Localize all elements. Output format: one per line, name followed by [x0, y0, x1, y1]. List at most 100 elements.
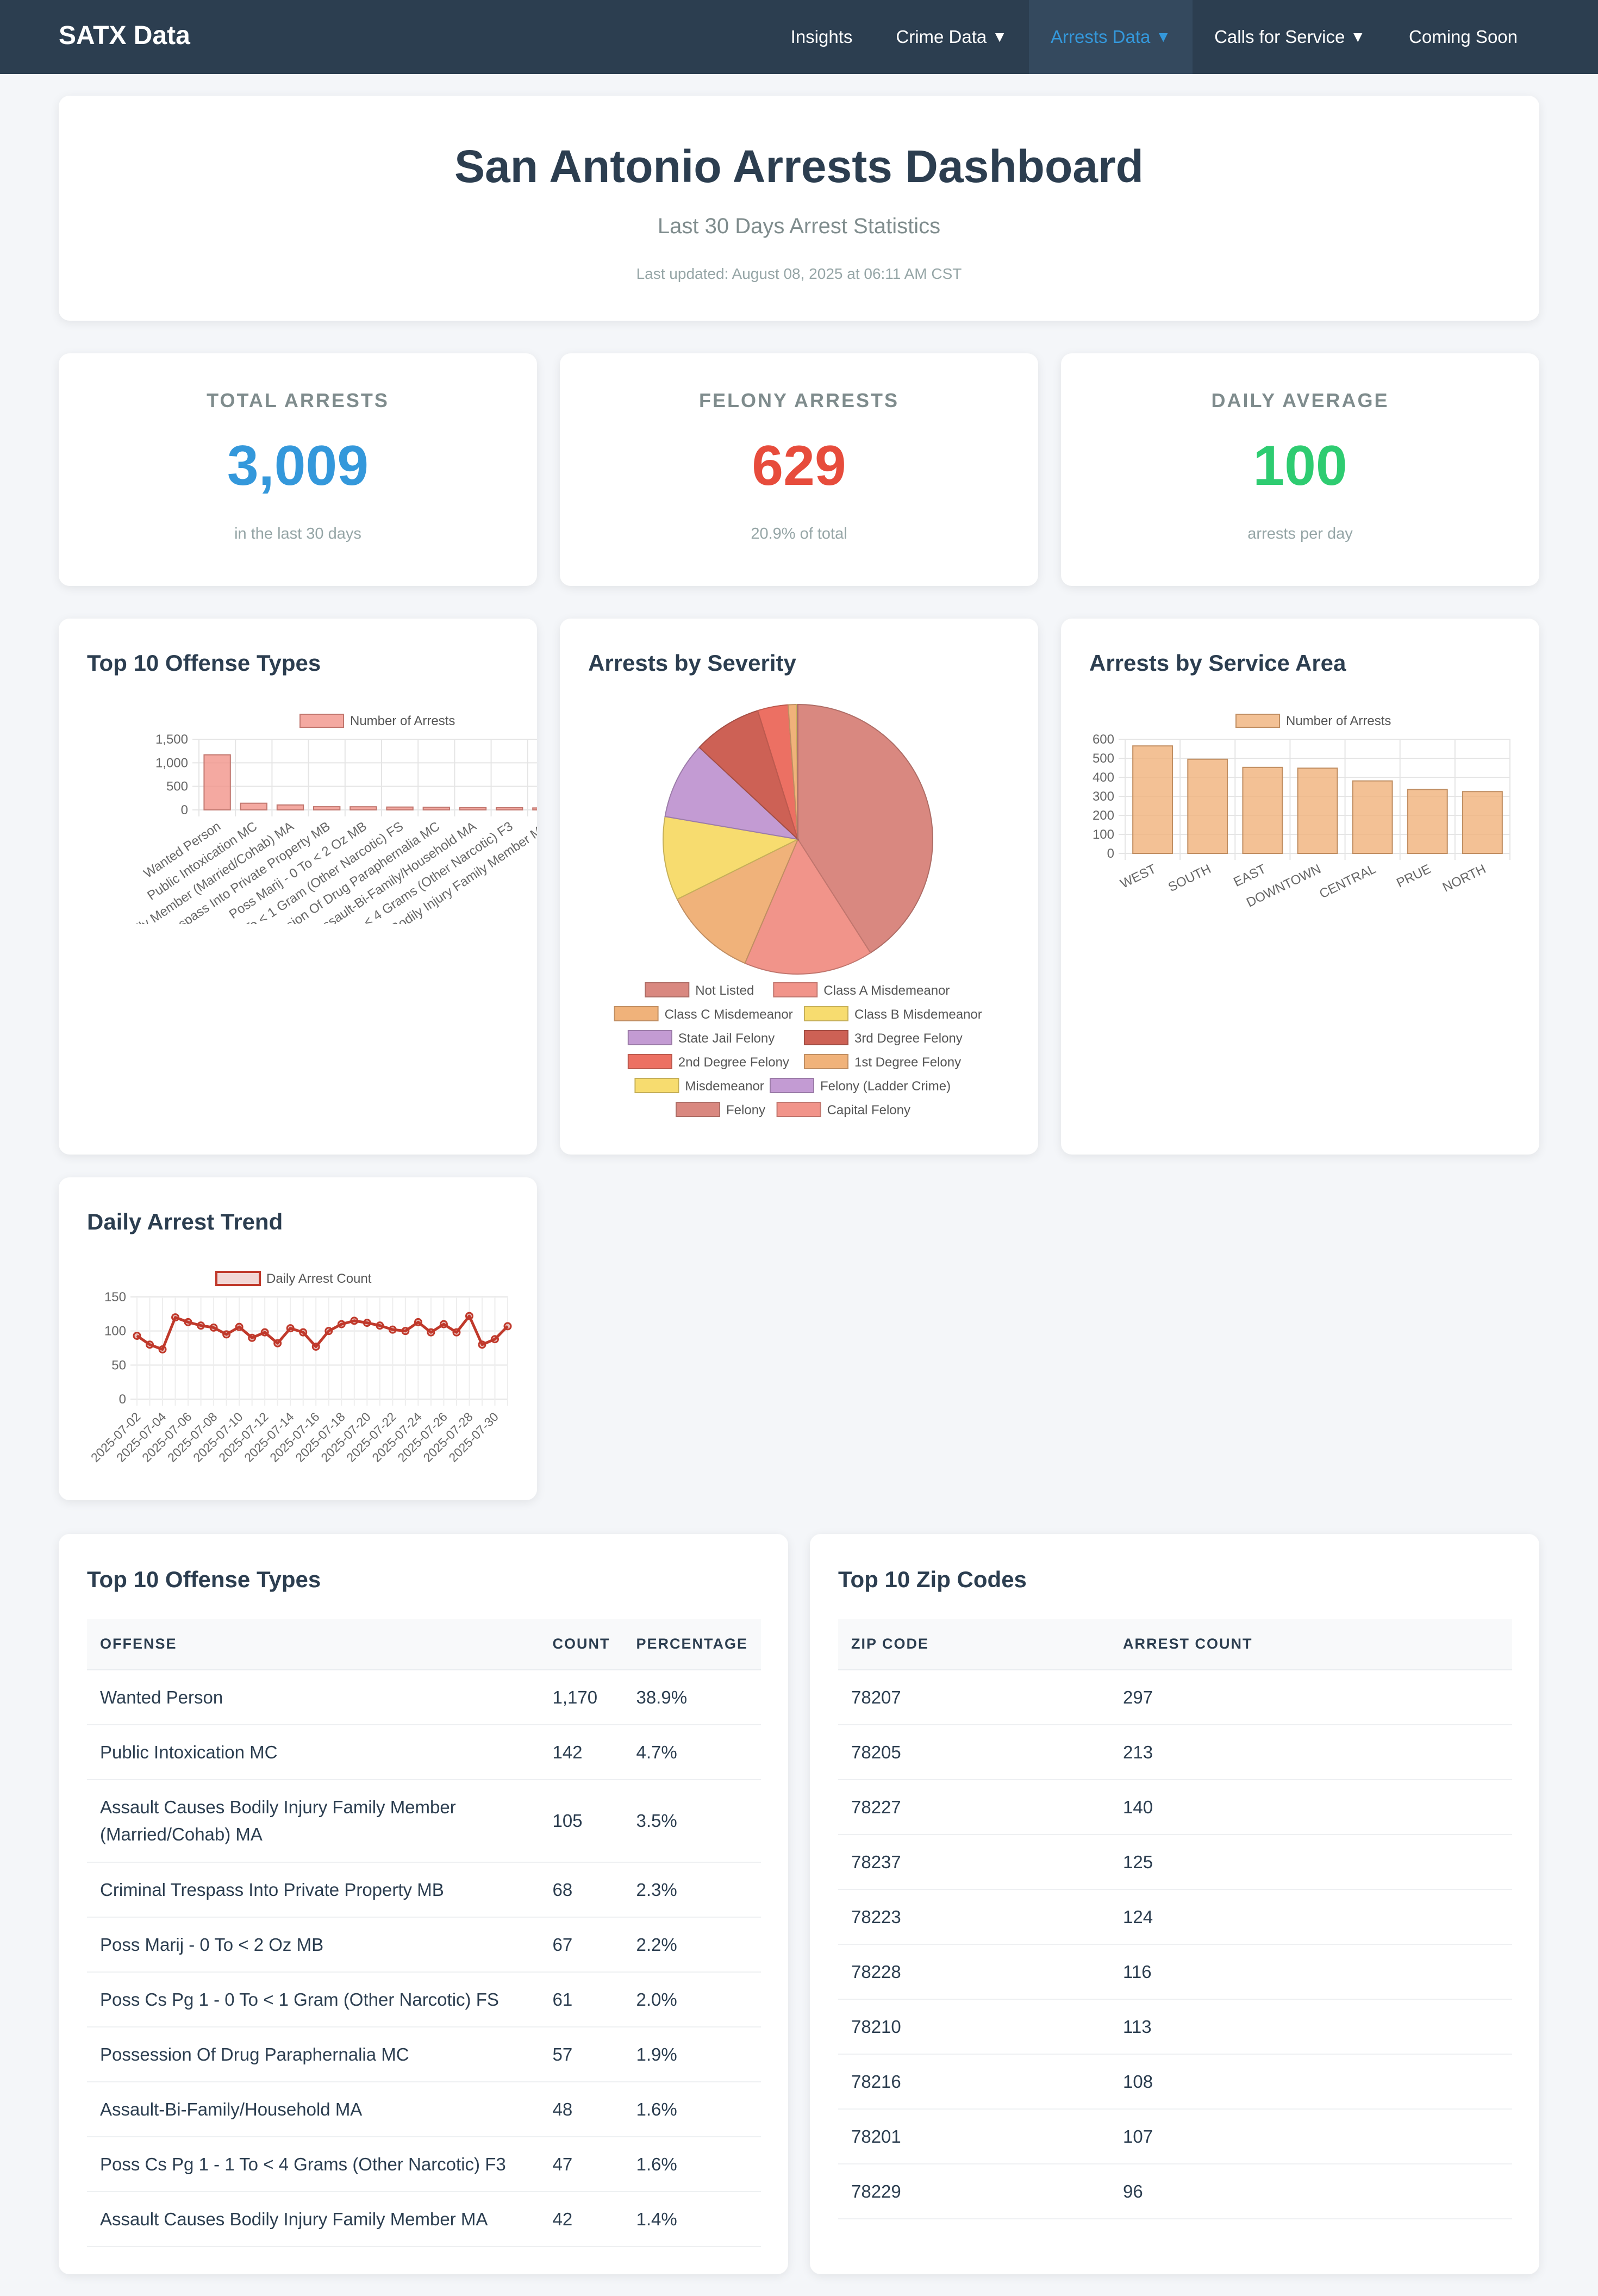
data-point: [452, 1328, 461, 1337]
stat-card-total-arrests: TOTAL ARRESTS 3,009 in the last 30 days: [59, 353, 537, 586]
table-row: Assault Causes Bodily Injury Family Memb…: [87, 2192, 761, 2247]
data-point: [324, 1327, 333, 1336]
data-point: [260, 1328, 269, 1337]
bar: [496, 807, 523, 810]
chart-card-severity: Arrests by Severity Not Listed Class A Mi…: [560, 619, 1038, 1155]
y-tick-label: 400: [1093, 770, 1114, 785]
legend-swatch: [776, 1102, 821, 1117]
offense-cell: Poss Cs Pg 1 - 0 To < 1 Gram (Other Narc…: [87, 1972, 540, 2027]
y-tick-label: 200: [1093, 808, 1114, 823]
offense-cell: Public Intoxication MC: [87, 1725, 540, 1780]
table-row: 78207 297: [838, 1670, 1512, 1725]
bar: [203, 754, 231, 811]
legend-label: 3rd Degree Felony: [854, 1031, 963, 1046]
offense-cell: Criminal Trespass Into Private Property …: [87, 1862, 540, 1918]
arrest-count-cell: 124: [1110, 1889, 1512, 1945]
stat-label: DAILY AVERAGE: [1211, 389, 1389, 411]
y-tick-label: 300: [1093, 789, 1114, 804]
table-row: Possession Of Drug Paraphernalia MC 57 1.9…: [87, 2027, 761, 2082]
count-cell: 42: [539, 2192, 623, 2247]
column-header-offense: OFFENSE: [87, 1619, 540, 1670]
percentage-cell: 4.7%: [623, 1725, 761, 1780]
legend-swatch: [634, 1078, 679, 1093]
legend-swatch: [215, 1271, 261, 1286]
last-updated: Last updated: August 08, 2025 at 06:11 A…: [636, 265, 962, 282]
stat-note: in the last 30 days: [234, 525, 361, 542]
data-point: [439, 1320, 448, 1328]
legend-label: 2nd Degree Felony: [678, 1055, 789, 1070]
brand-logo[interactable]: SATX Data: [59, 21, 190, 51]
offense-cell: Possession Of Drug Paraphernalia MC: [87, 2027, 540, 2082]
table-title: Top 10 Zip Codes: [838, 1567, 1027, 1592]
bar: [422, 807, 450, 810]
legend-label: Felony: [726, 1103, 765, 1118]
data-point: [337, 1320, 346, 1328]
zip-code-cell: 78223: [838, 1889, 1110, 1945]
y-tick-label: 0: [1107, 846, 1114, 861]
stat-card-daily-average: DAILY AVERAGE 100 arrests per day: [1061, 353, 1539, 586]
top-navbar: SATX Data Insights Crime Data ▼ Arrests …: [0, 0, 1598, 74]
percentage-cell: 1.9%: [623, 2027, 761, 2082]
column-header-arrest-count: ARREST COUNT: [1110, 1619, 1512, 1670]
table-row: Public Intoxication MC 142 4.7%: [87, 1725, 761, 1780]
count-cell: 57: [539, 2027, 623, 2082]
percentage-cell: 2.3%: [623, 1862, 761, 1918]
legend-label: Misdemeanor: [685, 1079, 764, 1094]
offense-cell: Poss Cs Pg 1 - 1 To < 4 Grams (Other Nar…: [87, 2137, 540, 2192]
bar: [386, 806, 414, 811]
table-row: Poss Marij - 0 To < 2 Oz MB 67 2.2%: [87, 1917, 761, 1973]
table-row: 78210 113: [838, 1999, 1512, 2055]
nav-item-insights[interactable]: Insights: [769, 0, 875, 74]
legend-swatch: [299, 714, 344, 728]
legend-swatch: [804, 1054, 848, 1069]
nav-item-label: Crime Data: [896, 27, 987, 47]
arrest-count-cell: 108: [1110, 2054, 1512, 2110]
data-point: [273, 1339, 282, 1347]
stat-value: 629: [752, 434, 846, 497]
stat-value: 100: [1253, 434, 1347, 497]
table-row: 78201 107: [838, 2109, 1512, 2164]
bar: [1132, 745, 1173, 854]
offense-bar-chart: Number of Arrests 1,500 1,000 500 0Wanted Pe…: [59, 714, 537, 924]
nav-item-arrests-data[interactable]: Arrests Data ▼: [1028, 0, 1193, 74]
caret-down-icon: ▼: [1156, 28, 1171, 45]
legend-label: State Jail Felony: [678, 1031, 775, 1046]
legend-label: Capital Felony: [827, 1103, 910, 1118]
nav-item-coming-soon[interactable]: Coming Soon: [1387, 0, 1598, 74]
offense-cell: Assault Causes Bodily Injury Family Memb…: [87, 1780, 540, 1863]
percentage-cell: 2.0%: [623, 1972, 761, 2027]
nav-item-crime-data[interactable]: Crime Data ▼: [874, 0, 1029, 74]
percentage-cell: 3.5%: [623, 1780, 761, 1863]
legend-swatch: [773, 982, 818, 997]
page-title: San Antonio Arrests Dashboard: [454, 141, 1144, 192]
legend-swatch: [1235, 714, 1280, 728]
data-point: [133, 1331, 141, 1340]
zip-code-cell: 78229: [838, 2164, 1110, 2219]
data-point: [503, 1322, 512, 1331]
x-tick-label: NORTH: [1440, 862, 1488, 895]
stat-card-felony-arrests: FELONY ARRESTS 629 20.9% of total: [560, 353, 1038, 586]
x-axis-labels: Wanted PersonPublic Intoxication MCAssau…: [59, 819, 537, 924]
arrest-count-cell: 113: [1110, 1999, 1512, 2055]
zip-code-cell: 78237: [838, 1835, 1110, 1890]
y-tick-label: 0: [181, 803, 188, 818]
legend-swatch: [770, 1078, 814, 1093]
legend-label: Felony (Ladder Crime): [820, 1079, 951, 1094]
stat-label: TOTAL ARRESTS: [207, 389, 389, 411]
x-tick-label: CENTRAL: [1317, 862, 1378, 901]
zip-code-cell: 78205: [838, 1725, 1110, 1780]
data-point: [490, 1335, 499, 1344]
bar: [240, 802, 267, 810]
offense-cell: Poss Marij - 0 To < 2 Oz MB: [87, 1917, 540, 1973]
data-point: [197, 1321, 205, 1330]
stat-label: FELONY ARRESTS: [698, 389, 900, 411]
nav-item-label: Calls for Service: [1214, 27, 1345, 47]
legend-swatch: [614, 1006, 659, 1021]
table-row: Criminal Trespass Into Private Property …: [87, 1862, 761, 1918]
stat-note: arrests per day: [1247, 525, 1353, 542]
percentage-cell: 1.6%: [623, 2137, 761, 2192]
count-cell: 1,170: [539, 1670, 623, 1725]
legend-swatch: [676, 1102, 720, 1117]
data-point: [158, 1345, 167, 1354]
nav-item-calls-for-service[interactable]: Calls for Service ▼: [1193, 0, 1387, 74]
